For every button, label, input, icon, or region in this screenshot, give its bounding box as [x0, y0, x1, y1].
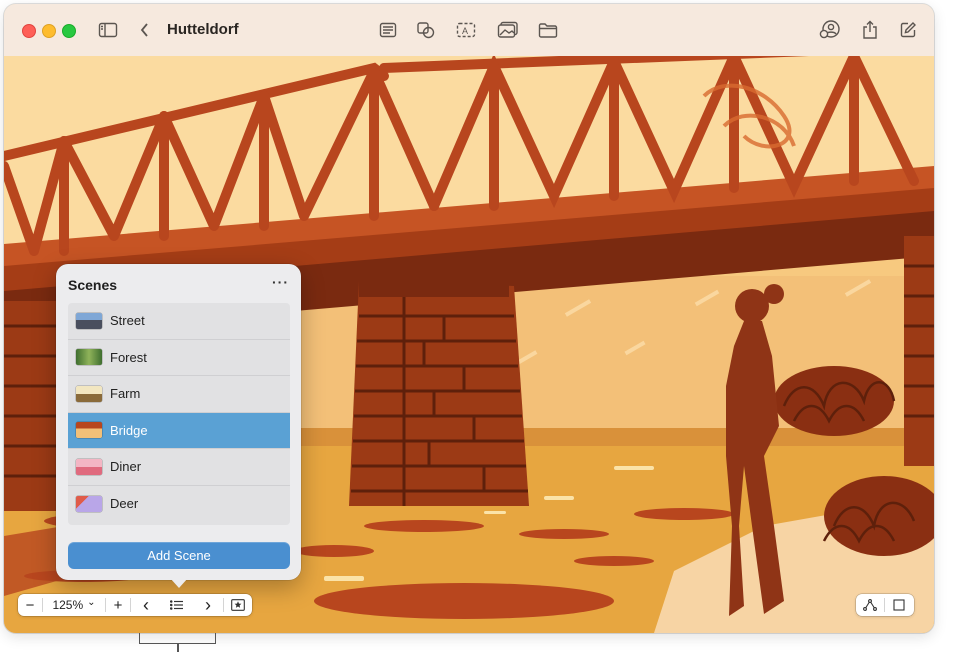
compose-button[interactable] [896, 18, 920, 42]
sidebar-icon [98, 22, 118, 38]
scene-list: Street Forest Farm Bridge Diner Deer [68, 303, 290, 525]
zoom-level-value: 125% [52, 598, 84, 612]
favorite-scene-button[interactable] [224, 594, 252, 616]
add-scene-button[interactable]: Add Scene [68, 542, 290, 569]
folder-button[interactable] [536, 18, 560, 42]
zoom-level-menu[interactable]: 125% ⌄ [43, 594, 105, 616]
chevron-down-icon: ⌄ [87, 596, 96, 608]
zoom-in-button[interactable]: + [106, 594, 130, 616]
close-window-button[interactable] [22, 24, 36, 38]
scene-thumbnail [76, 312, 102, 329]
share-icon [863, 20, 877, 39]
media-button[interactable] [496, 18, 520, 42]
scene-thumbnail [76, 349, 102, 366]
media-icon [497, 21, 518, 38]
scene-item-deer[interactable]: Deer [68, 486, 290, 523]
back-button[interactable] [133, 18, 157, 42]
sidebar-toggle-button[interactable] [96, 18, 120, 42]
scenes-title: Scenes [68, 277, 118, 293]
next-scene-button[interactable]: › [193, 594, 223, 616]
text-frame-icon: A [456, 22, 476, 38]
scene-item-farm[interactable]: Farm [68, 376, 290, 413]
collaborate-button[interactable] [818, 18, 842, 42]
folder-icon [538, 23, 558, 38]
text-box-icon [379, 22, 397, 38]
scene-label: Bridge [110, 422, 148, 438]
zoom-out-button[interactable]: − [18, 594, 42, 616]
share-button[interactable] [858, 18, 882, 42]
app-window: Hutteldorf A Scenes ··· Street Forest Fa… [4, 4, 934, 633]
document-title: Hutteldorf [167, 21, 239, 38]
scene-thumbnail [76, 458, 102, 475]
scenes-list-button[interactable] [161, 594, 193, 616]
svg-text:A: A [462, 26, 468, 36]
collaborate-icon [819, 20, 840, 39]
scene-item-bridge[interactable]: Bridge [68, 412, 290, 449]
path-nodes-icon [863, 599, 877, 611]
shapes-button[interactable] [414, 18, 438, 42]
callout-bracket-tick [177, 643, 179, 652]
text-box-button[interactable] [376, 18, 400, 42]
back-chevron-icon [140, 23, 148, 37]
scene-item-street[interactable]: Street [68, 303, 290, 340]
scene-label: Farm [110, 386, 141, 402]
scene-item-forest[interactable]: Forest [68, 340, 290, 376]
scene-thumbnail [76, 495, 102, 512]
text-frame-button[interactable]: A [454, 18, 478, 42]
compose-icon [900, 22, 916, 38]
scene-thumbnail [76, 422, 102, 439]
scene-label: Forest [110, 349, 147, 365]
scenes-popover: Scenes ··· Street Forest Farm Bridge Din… [56, 264, 301, 580]
shapes-icon [417, 22, 435, 39]
scene-thumbnail [76, 385, 102, 402]
list-icon [170, 600, 183, 610]
scene-label: Street [110, 313, 145, 329]
scene-item-diner[interactable]: Diner [68, 449, 290, 486]
scene-label: Deer [110, 496, 139, 512]
square-icon [893, 599, 905, 611]
scene-navigation-bar: − 125% ⌄ + ‹ › [18, 594, 252, 616]
connection-points-button[interactable] [856, 594, 884, 616]
star-box-icon [231, 599, 245, 611]
canvas-frame-button[interactable] [885, 594, 913, 616]
canvas-tools-bar [856, 594, 914, 616]
more-options-button[interactable]: ··· [272, 274, 289, 290]
title-bar: Hutteldorf A [4, 4, 934, 57]
zoom-window-button[interactable] [62, 24, 76, 38]
scene-label: Diner [110, 459, 142, 475]
previous-scene-button[interactable]: ‹ [131, 594, 161, 616]
minimize-window-button[interactable] [42, 24, 56, 38]
